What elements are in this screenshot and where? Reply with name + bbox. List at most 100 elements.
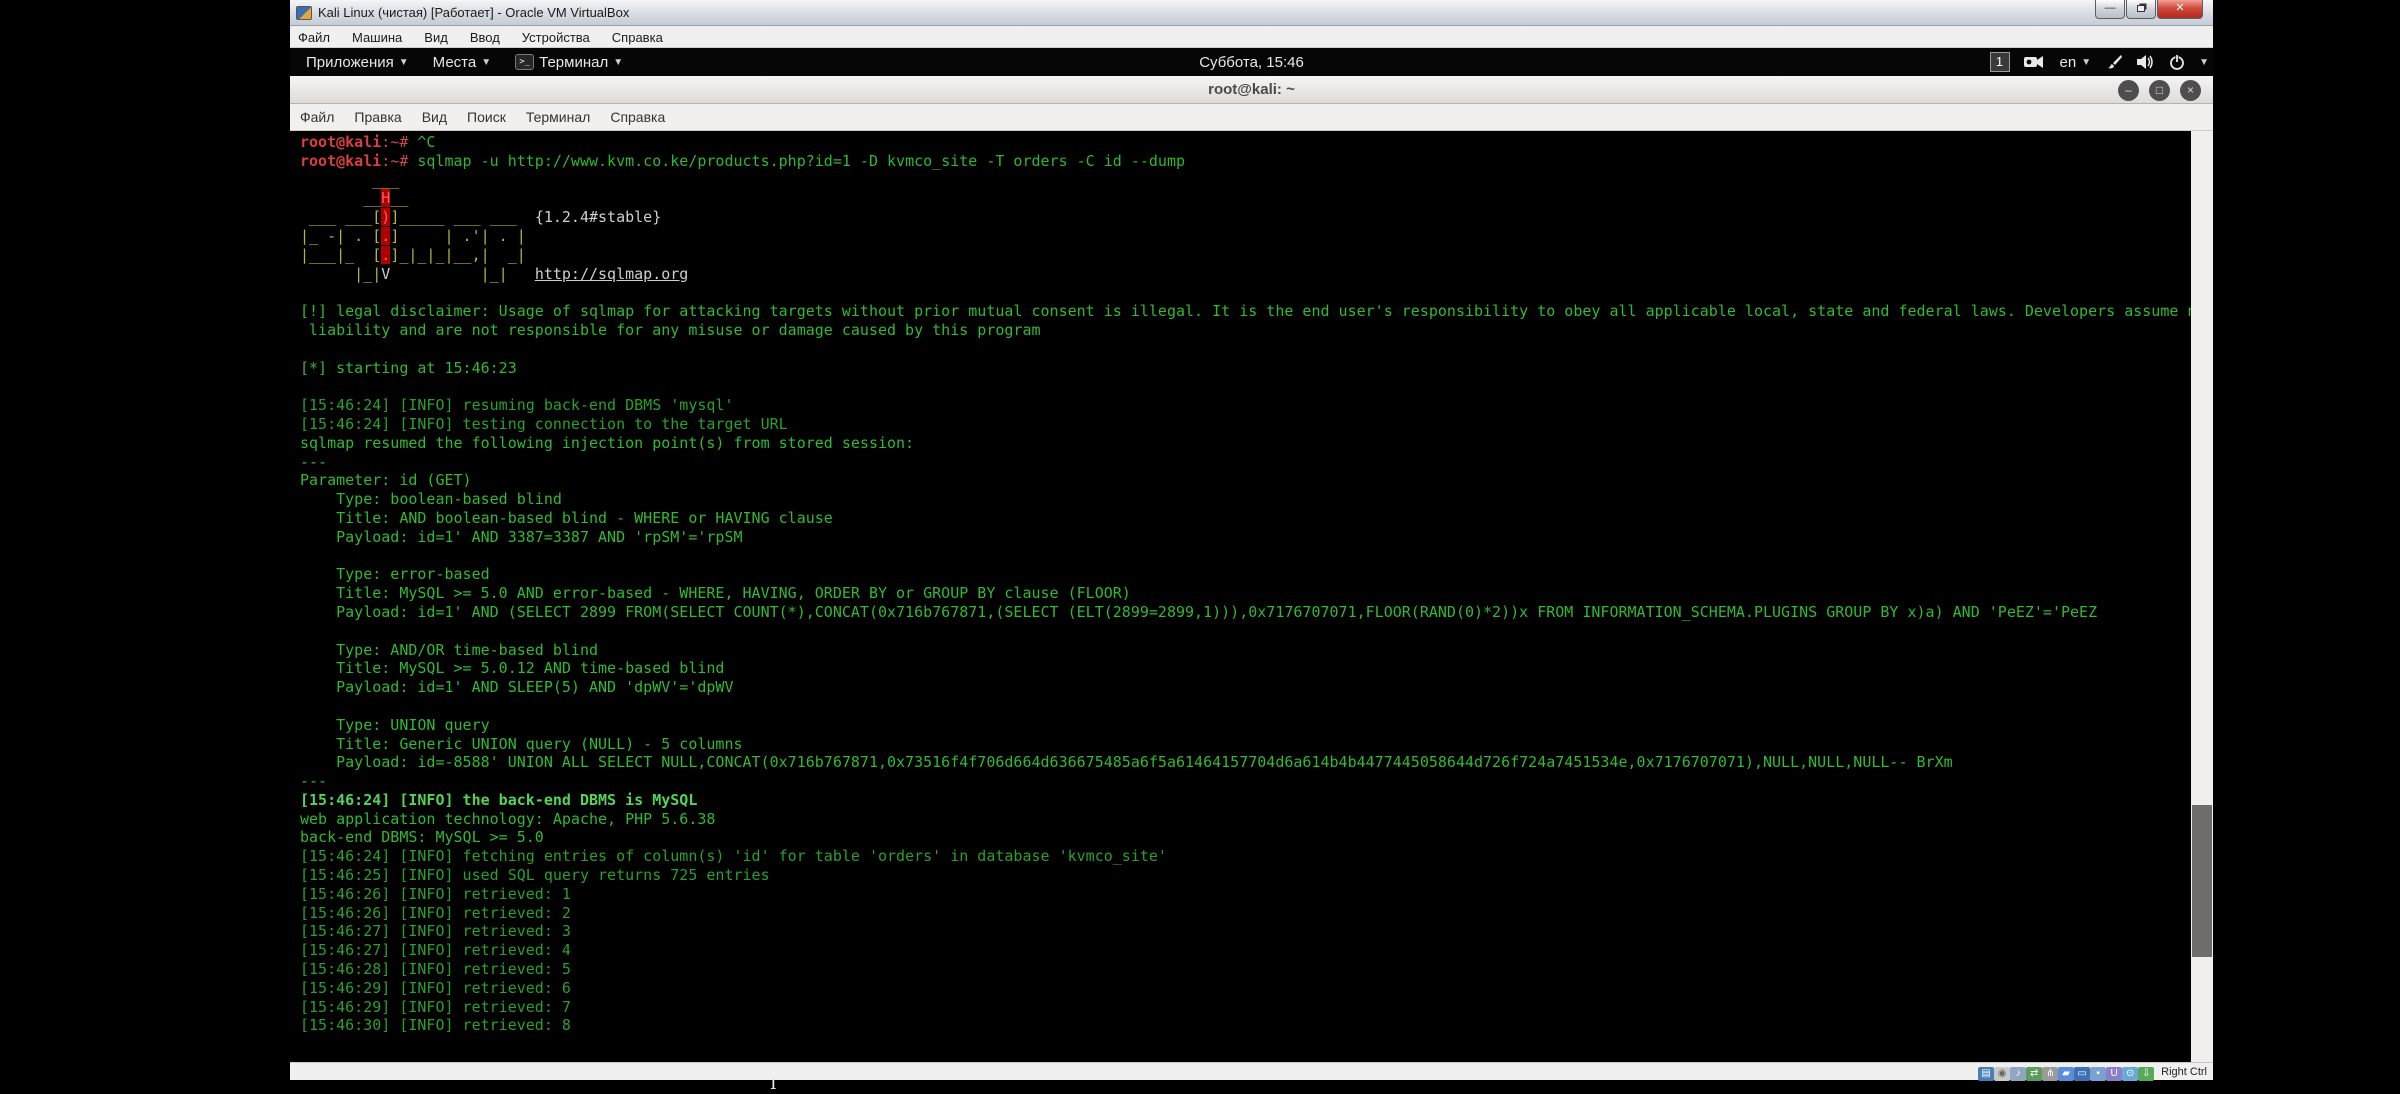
status-usb-icon[interactable]: ⋔ — [2042, 1067, 2058, 1081]
terminal-line: [15:46:30] [INFO] retrieved: 8 — [300, 1016, 2189, 1035]
terminal-body[interactable]: root@kali:~# ^Croot@kali:~# sqlmap -u ht… — [290, 131, 2213, 1062]
terminal-line: |_ -| . [.] | .'| . | — [300, 227, 2189, 246]
terminal-line: [15:46:26] [INFO] retrieved: 1 — [300, 885, 2189, 904]
applications-menu[interactable]: Приложения ▼ — [294, 48, 421, 76]
terminal-line: Title: MySQL >= 5.0.12 AND time-based bl… — [300, 659, 2189, 678]
terminal-maximize-button[interactable]: □ — [2149, 80, 2170, 101]
terminal-line: Type: error-based — [300, 565, 2189, 584]
terminal-close-button[interactable]: × — [2180, 80, 2201, 101]
terminal-line — [300, 697, 2189, 716]
terminal-line: back-end DBMS: MySQL >= 5.0 — [300, 828, 2189, 847]
terminal-line: Payload: id=1' AND 3387=3387 AND 'rpSM'=… — [300, 528, 2189, 547]
terminal-line: liability and are not responsible for an… — [300, 321, 2189, 340]
terminal-line: [*] starting at 15:46:23 — [300, 359, 2189, 378]
terminal-line: --- — [300, 772, 2189, 791]
chevron-down-icon: ▼ — [399, 57, 409, 68]
terminal-line: [15:46:26] [INFO] retrieved: 2 — [300, 904, 2189, 923]
vbox-titlebar[interactable]: Kali Linux (чистая) [Работает] - Oracle … — [290, 0, 2213, 26]
status-optical-disc-icon[interactable]: ◉ — [1994, 1067, 2010, 1081]
terminal-app-menu[interactable]: >_ Терминал ▼ — [503, 48, 635, 76]
status-ui-icon[interactable]: U — [2106, 1067, 2122, 1081]
vbox-menu-файл[interactable]: Файл — [298, 30, 330, 45]
terminal-line: [15:46:24] [INFO] fetching entries of co… — [300, 847, 2189, 866]
terminal-line: [15:46:29] [INFO] retrieved: 7 — [300, 998, 2189, 1017]
terminal-scrollbar[interactable] — [2191, 131, 2213, 1062]
terminal-titlebar[interactable]: root@kali: ~ — [290, 76, 2213, 104]
scrollbar-thumb[interactable] — [2192, 805, 2212, 957]
vbox-statusbar: ▤◉♪⇄⋔▰▭▪U⊙⇩ Right Ctrl — [290, 1062, 2213, 1080]
vbox-close-button[interactable]: ✕ — [2157, 0, 2203, 19]
power-icon[interactable] — [2169, 54, 2185, 70]
terminal-menu-справка[interactable]: Справка — [610, 109, 665, 125]
vbox-menu-справка[interactable]: Справка — [612, 30, 663, 45]
chevron-down-icon: ▼ — [481, 57, 491, 68]
terminal-window-title: root@kali: ~ — [1208, 81, 1295, 98]
terminal-line: --- — [300, 453, 2189, 472]
terminal-line: Title: Generic UNION query (NULL) - 5 co… — [300, 735, 2189, 754]
terminal-line: [15:46:27] [INFO] retrieved: 4 — [300, 941, 2189, 960]
status-recording-icon[interactable]: ▪ — [2090, 1067, 2106, 1081]
chevron-down-icon: ▼ — [613, 57, 623, 68]
ibeam-mouse-cursor: I — [770, 1074, 777, 1094]
terminal-line: |_|V |_| http://sqlmap.org — [300, 265, 2189, 284]
terminal-menu-вид[interactable]: Вид — [422, 109, 447, 125]
status-icons: ▤◉♪⇄⋔▰▭▪U⊙⇩ — [1978, 1063, 2154, 1081]
vbox-restore-button[interactable] — [2126, 0, 2156, 19]
terminal-line: Parameter: id (GET) — [300, 471, 2189, 490]
terminal-line — [300, 547, 2189, 566]
terminal-minimize-button[interactable]: – — [2118, 80, 2139, 101]
vbox-menu-ввод[interactable]: Ввод — [470, 30, 500, 45]
clock[interactable]: Суббота, 15:46 — [1199, 48, 1304, 76]
workspace-indicator[interactable]: 1 — [1990, 52, 2010, 72]
status-host-key-state-icon[interactable]: ⇩ — [2138, 1067, 2154, 1081]
panel-chevron-down-icon[interactable]: ▼ — [2199, 57, 2209, 68]
vbox-menu-устройства[interactable]: Устройства — [522, 30, 590, 45]
terminal-line: __H__ — [300, 189, 2189, 208]
status-audio-icon[interactable]: ♪ — [2010, 1067, 2026, 1081]
status-display-icon[interactable]: ▭ — [2074, 1067, 2090, 1081]
terminal-menubar: Файл Правка Вид Поиск Терминал Справка — [290, 104, 2213, 131]
vbox-menubar: Файл Машина Вид Ввод Устройства Справка — [290, 27, 2213, 48]
status-shared-folders-icon[interactable]: ▰ — [2058, 1067, 2074, 1081]
terminal-line: root@kali:~# sqlmap -u http://www.kvm.co… — [300, 152, 2189, 171]
terminal-output: root@kali:~# ^Croot@kali:~# sqlmap -u ht… — [300, 133, 2189, 1035]
terminal-line — [300, 340, 2189, 359]
terminal-line: [15:46:24] [INFO] testing connection to … — [300, 415, 2189, 434]
terminal-line: Payload: id=1' AND SLEEP(5) AND 'dpWV'='… — [300, 678, 2189, 697]
terminal-menu-терминал[interactable]: Терминал — [526, 109, 590, 125]
vm-screen: Приложения ▼ Места ▼ >_ Терминал ▼ Суббо… — [290, 48, 2213, 1062]
terminal-line: [!] legal disclaimer: Usage of sqlmap fo… — [300, 302, 2189, 321]
terminal-line: |___|_ [.]_|_|_|__,| _| — [300, 246, 2189, 265]
terminal-menu-поиск[interactable]: Поиск — [467, 109, 506, 125]
terminal-line: sqlmap resumed the following injection p… — [300, 434, 2189, 453]
vbox-minimize-button[interactable]: — — [2095, 0, 2125, 19]
terminal-line — [300, 377, 2189, 396]
terminal-line: Title: MySQL >= 5.0 AND error-based - WH… — [300, 584, 2189, 603]
terminal-menu-правка[interactable]: Правка — [354, 109, 401, 125]
terminal-line — [300, 622, 2189, 641]
volume-icon[interactable] — [2137, 54, 2155, 70]
vbox-window-title: Kali Linux (чистая) [Работает] - Oracle … — [318, 5, 629, 20]
screen-recorder-icon[interactable] — [2024, 55, 2044, 69]
brush-icon[interactable] — [2107, 54, 2123, 70]
kali-top-panel: Приложения ▼ Места ▼ >_ Терминал ▼ Суббо… — [290, 48, 2213, 76]
keyboard-layout-menu[interactable]: en ▼ — [2058, 48, 2094, 76]
terminal-line: Type: AND/OR time-based blind — [300, 641, 2189, 660]
vbox-menu-вид[interactable]: Вид — [424, 30, 448, 45]
terminal-line: Type: UNION query — [300, 716, 2189, 735]
places-menu[interactable]: Места ▼ — [421, 48, 503, 76]
status-network-icon[interactable]: ⇄ — [2026, 1067, 2042, 1081]
terminal-line: [15:46:28] [INFO] retrieved: 5 — [300, 960, 2189, 979]
terminal-line — [300, 283, 2189, 302]
terminal-line: [15:46:24] [INFO] resuming back-end DBMS… — [300, 396, 2189, 415]
host-key-label: Right Ctrl — [2161, 1066, 2207, 1078]
terminal-line: Type: boolean-based blind — [300, 490, 2189, 509]
status-hdd-icon[interactable]: ▤ — [1978, 1067, 1994, 1081]
restore-icon — [2137, 5, 2145, 12]
status-mouse-integration-icon[interactable]: ⊙ — [2122, 1067, 2138, 1081]
terminal-menu-файл[interactable]: Файл — [300, 109, 334, 125]
vbox-menu-машина[interactable]: Машина — [352, 30, 402, 45]
terminal-line: ___ ___[)]_____ ___ ___ {1.2.4#stable} — [300, 208, 2189, 227]
terminal-line: ___ — [300, 171, 2189, 190]
terminal-line: root@kali:~# ^C — [300, 133, 2189, 152]
